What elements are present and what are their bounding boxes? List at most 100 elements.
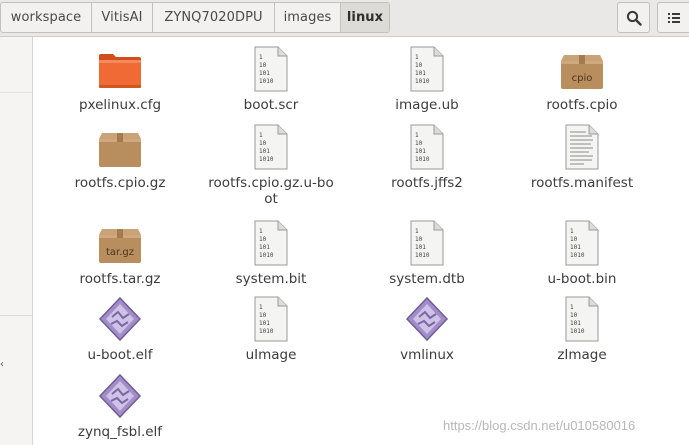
binary-file-icon: 1 10 101 1010: [403, 123, 451, 171]
svg-text:101: 101: [259, 244, 270, 251]
svg-text:1010: 1010: [259, 78, 274, 85]
svg-text:1: 1: [259, 304, 263, 311]
file-item[interactable]: tar.gz rootfs.tar.gz: [45, 219, 195, 287]
file-item[interactable]: 1 10 101 1010 zImage: [507, 295, 657, 363]
svg-text:1: 1: [570, 304, 574, 311]
svg-text:101: 101: [570, 244, 581, 251]
file-name-label: rootfs.manifest: [530, 175, 634, 191]
file-name-label: pxelinux.cfg: [78, 97, 162, 113]
file-item[interactable]: 1 10 101 1010 boot.scr: [196, 45, 346, 113]
file-item[interactable]: 1 10 101 1010 image.ub: [352, 45, 502, 113]
binary-file-icon: 1 10 101 1010: [247, 219, 295, 267]
breadcrumb-images[interactable]: images: [275, 3, 341, 32]
svg-text:1: 1: [415, 54, 419, 61]
archive-icon: [96, 123, 144, 171]
file-item[interactable]: 1 10 101 1010 system.dtb: [352, 219, 502, 287]
file-item[interactable]: 1 10 101 1010 rootfs.cpio.gz.u-boot: [196, 123, 346, 207]
svg-text:1010: 1010: [259, 252, 274, 259]
file-item[interactable]: zynq_fsbl.elf: [45, 372, 195, 440]
svg-text:1010: 1010: [415, 156, 430, 163]
file-name-label: system.dtb: [389, 271, 465, 287]
svg-text:cpio: cpio: [572, 73, 593, 84]
svg-text:tar.gz: tar.gz: [106, 247, 134, 258]
svg-text:101: 101: [415, 148, 426, 155]
list-view-icon: [667, 12, 680, 23]
svg-text:10: 10: [415, 62, 423, 69]
svg-text:1010: 1010: [259, 156, 274, 163]
binary-file-icon: 1 10 101 1010: [558, 219, 606, 267]
file-name-label: image.ub: [395, 97, 459, 113]
archive-icon: cpio: [558, 45, 606, 93]
text-file-icon: [558, 123, 606, 171]
file-name-label: u-boot.elf: [87, 347, 153, 363]
svg-text:1010: 1010: [259, 328, 274, 335]
breadcrumb-vitisai[interactable]: VitisAI: [92, 3, 153, 32]
binary-file-icon: 1 10 101 1010: [403, 45, 451, 93]
file-grid: pxelinux.cfg 1 10 101 1010 boot.scr 1 10…: [33, 37, 689, 445]
file-item[interactable]: pxelinux.cfg: [45, 45, 195, 113]
svg-text:1010: 1010: [570, 252, 585, 259]
svg-text:10: 10: [415, 236, 423, 243]
file-name-label: uImage: [245, 347, 297, 363]
executable-icon: [403, 295, 451, 343]
archive-icon: tar.gz: [96, 219, 144, 267]
svg-text:1: 1: [415, 132, 419, 139]
binary-file-icon: 1 10 101 1010: [247, 45, 295, 93]
binary-file-icon: 1 10 101 1010: [403, 219, 451, 267]
svg-text:10: 10: [259, 236, 267, 243]
file-name-label: u-boot.bin: [547, 271, 617, 287]
search-icon: [626, 10, 642, 26]
svg-text:1: 1: [570, 228, 574, 235]
svg-text:1: 1: [259, 132, 263, 139]
svg-text:1010: 1010: [415, 78, 430, 85]
svg-text:10: 10: [570, 236, 578, 243]
file-item[interactable]: 1 10 101 1010 system.bit: [196, 219, 346, 287]
svg-text:10: 10: [570, 312, 578, 319]
view-list-button[interactable]: [657, 2, 689, 33]
watermark-text: https://blog.csdn.net/u010580016: [443, 418, 636, 433]
file-name-label: rootfs.cpio.gz: [74, 175, 166, 191]
sidebar-scroll-arrow[interactable]: ‹: [0, 359, 6, 370]
breadcrumb: workspace VitisAI ZYNQ7020DPU images lin…: [0, 2, 390, 33]
binary-file-icon: 1 10 101 1010: [247, 295, 295, 343]
file-name-label: zImage: [557, 347, 607, 363]
file-item[interactable]: vmlinux: [352, 295, 502, 363]
svg-text:101: 101: [259, 320, 270, 327]
file-name-label: boot.scr: [243, 97, 299, 113]
executable-icon: [96, 295, 144, 343]
svg-text:101: 101: [259, 148, 270, 155]
svg-text:1010: 1010: [415, 252, 430, 259]
sidebar: ‹: [0, 37, 33, 445]
svg-text:10: 10: [259, 62, 267, 69]
file-name-label: zynq_fsbl.elf: [77, 424, 163, 440]
svg-text:10: 10: [259, 312, 267, 319]
svg-text:1: 1: [259, 228, 263, 235]
breadcrumb-workspace[interactable]: workspace: [1, 3, 92, 32]
svg-text:101: 101: [259, 70, 270, 77]
file-name-label: vmlinux: [400, 347, 454, 363]
file-item[interactable]: 1 10 101 1010 u-boot.bin: [507, 219, 657, 287]
svg-text:10: 10: [415, 140, 423, 147]
folder-icon: [96, 45, 144, 93]
file-item[interactable]: 1 10 101 1010 uImage: [196, 295, 346, 363]
file-name-label: rootfs.tar.gz: [79, 271, 161, 287]
search-button[interactable]: [617, 2, 650, 33]
file-name-label: rootfs.cpio.gz.u-boot: [208, 175, 334, 207]
file-item[interactable]: cpio rootfs.cpio: [507, 45, 657, 113]
file-item[interactable]: u-boot.elf: [45, 295, 195, 363]
svg-text:101: 101: [415, 244, 426, 251]
breadcrumb-linux[interactable]: linux: [341, 3, 389, 32]
file-item[interactable]: rootfs.manifest: [507, 123, 657, 191]
header-bar: workspace VitisAI ZYNQ7020DPU images lin…: [0, 0, 689, 37]
sidebar-divider: [0, 92, 32, 93]
sidebar-divider: [0, 315, 32, 316]
svg-text:1: 1: [415, 228, 419, 235]
file-name-label: system.bit: [235, 271, 307, 287]
binary-file-icon: 1 10 101 1010: [558, 295, 606, 343]
svg-text:101: 101: [415, 70, 426, 77]
breadcrumb-zynq7020dpu[interactable]: ZYNQ7020DPU: [153, 3, 275, 32]
file-item[interactable]: 1 10 101 1010 rootfs.jffs2: [352, 123, 502, 191]
svg-text:10: 10: [259, 140, 267, 147]
file-name-label: rootfs.jffs2: [391, 175, 463, 191]
file-item[interactable]: rootfs.cpio.gz: [45, 123, 195, 191]
